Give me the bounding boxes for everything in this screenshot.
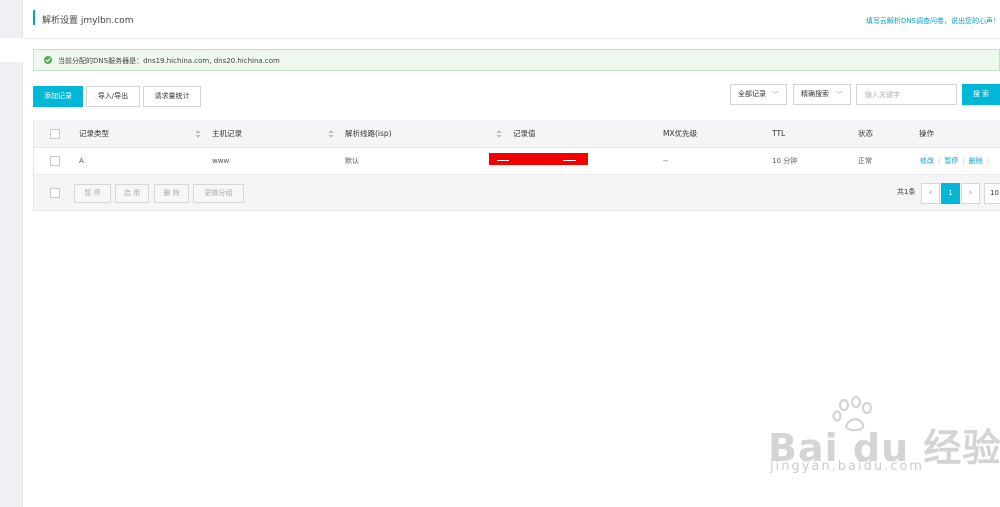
change-group-button[interactable]: 更换分组: [193, 184, 244, 203]
select-all-checkbox[interactable]: [50, 129, 60, 139]
table-header: 记录类型 主机记录 解析线路(isp) 记录值 MX优先级 TTL 状态 操作: [34, 120, 1000, 148]
record-filter-select[interactable]: 全部记录 ﹀: [730, 84, 787, 105]
sidebar-active-item[interactable]: [0, 38, 23, 62]
record-filter-value: 全部记录: [738, 90, 766, 98]
next-page-button[interactable]: ›: [961, 183, 980, 204]
record-value-redaction: [489, 153, 588, 165]
column-header-type[interactable]: 记录类型: [79, 120, 109, 147]
search-input[interactable]: [856, 84, 957, 105]
column-header-actions: 操作: [919, 129, 934, 138]
header-divider: [23, 38, 1000, 39]
status-badge: 正常: [858, 157, 872, 165]
check-circle-icon: [44, 56, 52, 64]
bulk-enable-button[interactable]: 启 用: [115, 184, 149, 203]
record-type: A: [79, 157, 84, 165]
chevron-down-icon: ﹀: [836, 91, 843, 99]
page-size-select[interactable]: 10: [984, 183, 1000, 204]
title-accent-bar: [33, 10, 35, 25]
table-footer: 暂 停 启 用 删 除 更换分组 共1条 ‹ 1 › 10: [34, 175, 1000, 211]
column-header-host[interactable]: 主机记录: [212, 120, 242, 147]
prev-page-button[interactable]: ‹: [921, 183, 940, 204]
bulk-pause-button[interactable]: 暂 停: [74, 184, 111, 203]
page-header: 解析设置 jmylbn.com 填写云解析DNS调查问卷，说出您的心声！: [33, 10, 1000, 28]
row-actions: 修改 | 暂停 | 删除 |: [920, 148, 993, 174]
bulk-delete-button[interactable]: 删 除: [154, 184, 189, 203]
redaction-mark: [563, 160, 576, 161]
redaction-mark: [497, 160, 509, 161]
column-header-line[interactable]: 解析线路(isp): [345, 120, 392, 147]
search-button[interactable]: 搜 索: [962, 84, 1000, 105]
sort-icon[interactable]: [328, 129, 334, 139]
notice-text: 当前分配的DNS服务器是：dns19.hichina.com, dns20.hi…: [58, 57, 280, 65]
sort-icon[interactable]: [195, 129, 201, 139]
action-separator: |: [938, 157, 941, 165]
edit-link[interactable]: 修改: [920, 156, 934, 166]
sort-icon[interactable]: [496, 129, 502, 139]
ttl-value: 10 分钟: [772, 157, 798, 165]
search-mode-select[interactable]: 精确搜索 ﹀: [793, 84, 851, 105]
add-record-button[interactable]: 添加记录: [33, 86, 83, 107]
resolution-line: 默认: [345, 157, 359, 165]
dns-records-table: 记录类型 主机记录 解析线路(isp) 记录值 MX优先级 TTL 状态 操作 …: [33, 120, 1000, 211]
pagination-total: 共1条: [897, 188, 916, 196]
watermark-url: jingyan.baidu.com: [770, 459, 924, 474]
left-sidebar: [0, 0, 23, 507]
delete-link[interactable]: 删除: [969, 156, 983, 166]
survey-link[interactable]: 填写云解析DNS调查问卷，说出您的心声！: [866, 16, 1000, 26]
pause-link[interactable]: 暂停: [944, 156, 958, 166]
footer-select-all-checkbox[interactable]: [50, 188, 60, 198]
baidu-jingyan-watermark: Bai du 经验 jingyan.baidu.com: [762, 396, 1000, 507]
action-separator: |: [962, 157, 965, 165]
import-export-button[interactable]: 导入/导出: [86, 86, 140, 107]
search-mode-value: 精确搜索: [801, 90, 829, 98]
page-1-button[interactable]: 1: [941, 183, 960, 204]
column-header-status: 状态: [858, 129, 873, 138]
dns-server-notice: 当前分配的DNS服务器是：dns19.hichina.com, dns20.hi…: [33, 49, 1000, 71]
host-record: www: [212, 157, 230, 165]
mx-priority: --: [663, 157, 669, 165]
page-title: 解析设置 jmylbn.com: [42, 16, 134, 26]
request-stats-button[interactable]: 请求量统计: [143, 86, 201, 107]
column-header-mx: MX优先级: [663, 129, 698, 138]
row-checkbox[interactable]: [50, 156, 60, 166]
column-header-value[interactable]: 记录值: [513, 120, 536, 147]
column-header-ttl: TTL: [772, 129, 786, 138]
chevron-down-icon: ﹀: [772, 91, 779, 99]
action-separator: |: [986, 157, 990, 165]
